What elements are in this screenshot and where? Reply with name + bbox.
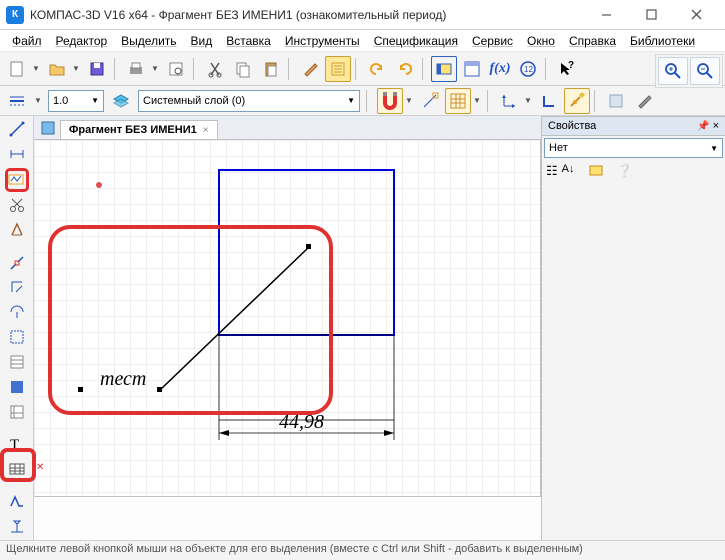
copy-button[interactable] [230, 56, 256, 82]
redo-button[interactable] [392, 56, 418, 82]
select-tool[interactable] [5, 326, 29, 349]
tab-label: Фрагмент БЕЗ ИМЕНИ1 [69, 124, 197, 136]
linewidth-select[interactable]: 1.0▼ [48, 90, 104, 112]
status-text: Щелкните левой кнопкой мыши на объекте д… [6, 543, 583, 555]
help-cursor-button[interactable]: ? [554, 56, 580, 82]
menu-window[interactable]: Окно [521, 32, 561, 50]
svg-text:T: T [10, 437, 19, 453]
edit-tool[interactable] [5, 251, 29, 274]
svg-text:12: 12 [524, 65, 533, 74]
prop-sort-icon[interactable]: A↓ [562, 163, 575, 180]
panel-close-icon[interactable]: × [713, 120, 719, 132]
properties-tools: ☷ A↓ ❔ [542, 160, 725, 183]
filter-button[interactable] [603, 88, 629, 114]
prop-cat-icon[interactable]: ☷ [546, 163, 558, 180]
style-toolbar: ▼ 1.0▼ Системный слой (0)▼ ▼ ▼ ▼ [0, 86, 725, 116]
layer-icon[interactable] [108, 88, 134, 114]
var12-button[interactable]: 12 [515, 56, 541, 82]
grid-button[interactable] [445, 88, 471, 114]
drawing-canvas[interactable]: 44,98 тест ✕ [34, 140, 541, 496]
annotation-highlight [48, 225, 333, 415]
origin-x-marker: ✕ [36, 462, 44, 473]
menu-select[interactable]: Выделить [115, 32, 182, 50]
paste-button[interactable] [258, 56, 284, 82]
roughness-tool[interactable] [5, 490, 29, 513]
designation-tool[interactable] [5, 168, 29, 192]
status-bar: Щелкните левой кнопкой мыши на объекте д… [0, 540, 725, 560]
geom-line-tool[interactable] [5, 118, 29, 141]
left-toolbar: T [0, 116, 34, 540]
cut-button[interactable] [202, 56, 228, 82]
save-button[interactable] [84, 56, 110, 82]
menu-file[interactable]: Файл [6, 32, 48, 50]
open-button[interactable] [44, 56, 70, 82]
properties-title: Свойства [548, 120, 596, 132]
round-button[interactable] [564, 88, 590, 114]
ortho-button[interactable] [536, 88, 562, 114]
app-icon: К [6, 6, 24, 24]
main-area: T Фрагмент БЕЗ ИМЕНИ1 × [0, 116, 725, 540]
tab-close-icon[interactable]: × [203, 125, 209, 136]
menu-insert[interactable]: Вставка [220, 32, 277, 50]
undo-button[interactable] [364, 56, 390, 82]
spec-tool[interactable] [5, 351, 29, 374]
dimension-tool[interactable] [5, 143, 29, 166]
cut-tool[interactable] [5, 194, 29, 217]
minimize-button[interactable] [584, 1, 629, 29]
snap-end-button[interactable] [417, 88, 443, 114]
brush-button[interactable] [297, 56, 323, 82]
close-button[interactable] [674, 1, 719, 29]
menu-spec[interactable]: Спецификация [368, 32, 464, 50]
main-toolbar: ▼ ▼ ▼ f(x) 12 ? [0, 52, 725, 86]
layer-select[interactable]: Системный слой (0)▼ [138, 90, 360, 112]
base-tool[interactable] [5, 515, 29, 538]
menu-libs[interactable]: Библиотеки [624, 32, 701, 50]
text-tool[interactable]: T [5, 433, 29, 456]
new-doc-button[interactable] [4, 56, 30, 82]
properties-button[interactable] [325, 56, 351, 82]
menu-tools[interactable]: Инструменты [279, 32, 366, 50]
menu-edit[interactable]: Редактор [50, 32, 114, 50]
manager-button[interactable] [431, 56, 457, 82]
insert-tool[interactable] [5, 400, 29, 423]
work-area: Фрагмент БЕЗ ИМЕНИ1 × 44,98 [34, 116, 541, 540]
edit-pen-button[interactable] [631, 88, 657, 114]
document-tab[interactable]: Фрагмент БЕЗ ИМЕНИ1 × [60, 120, 218, 139]
fx-button[interactable]: f(x) [487, 56, 513, 82]
svg-text:?: ? [568, 60, 574, 71]
prop-layer-icon[interactable] [589, 163, 603, 180]
panel-pin-icon[interactable]: 📌 [697, 121, 709, 132]
tab-doc-icon [40, 120, 56, 136]
properties-selection[interactable]: Нет▼ [544, 138, 723, 158]
report-tool[interactable] [5, 375, 29, 398]
print-button[interactable] [123, 56, 149, 82]
snap-magnet-button[interactable] [377, 88, 403, 114]
lcs-button[interactable] [496, 88, 522, 114]
menu-view[interactable]: Вид [185, 32, 219, 50]
title-bar: К КОМПАС-3D V16 x64 - Фрагмент БЕЗ ИМЕНИ… [0, 0, 725, 30]
build-tool[interactable] [5, 219, 29, 242]
menu-service[interactable]: Сервис [466, 32, 519, 50]
zoom-in-button[interactable] [658, 57, 688, 85]
properties-panel: Свойства 📌 × Нет▼ ☷ A↓ ❔ [541, 116, 725, 540]
zoom-out-button[interactable] [690, 57, 720, 85]
measure-tool[interactable] [5, 301, 29, 324]
param-tool[interactable] [5, 276, 29, 299]
window-title: КОМПАС-3D V16 x64 - Фрагмент БЕЗ ИМЕНИ1 … [30, 8, 584, 22]
zoom-toolbar [655, 54, 723, 88]
linetype-button[interactable] [4, 88, 30, 114]
menu-help[interactable]: Справка [563, 32, 622, 50]
prop-help-icon[interactable]: ❔ [617, 163, 633, 180]
command-panel[interactable] [34, 496, 541, 540]
preview-button[interactable] [163, 56, 189, 82]
menu-bar: Файл Редактор Выделить Вид Вставка Инстр… [0, 30, 725, 52]
maximize-button[interactable] [629, 1, 674, 29]
properties-title-bar: Свойства 📌 × [542, 116, 725, 136]
table-tool[interactable] [5, 458, 29, 481]
variables-button[interactable] [459, 56, 485, 82]
document-tabs: Фрагмент БЕЗ ИМЕНИ1 × [34, 116, 541, 140]
